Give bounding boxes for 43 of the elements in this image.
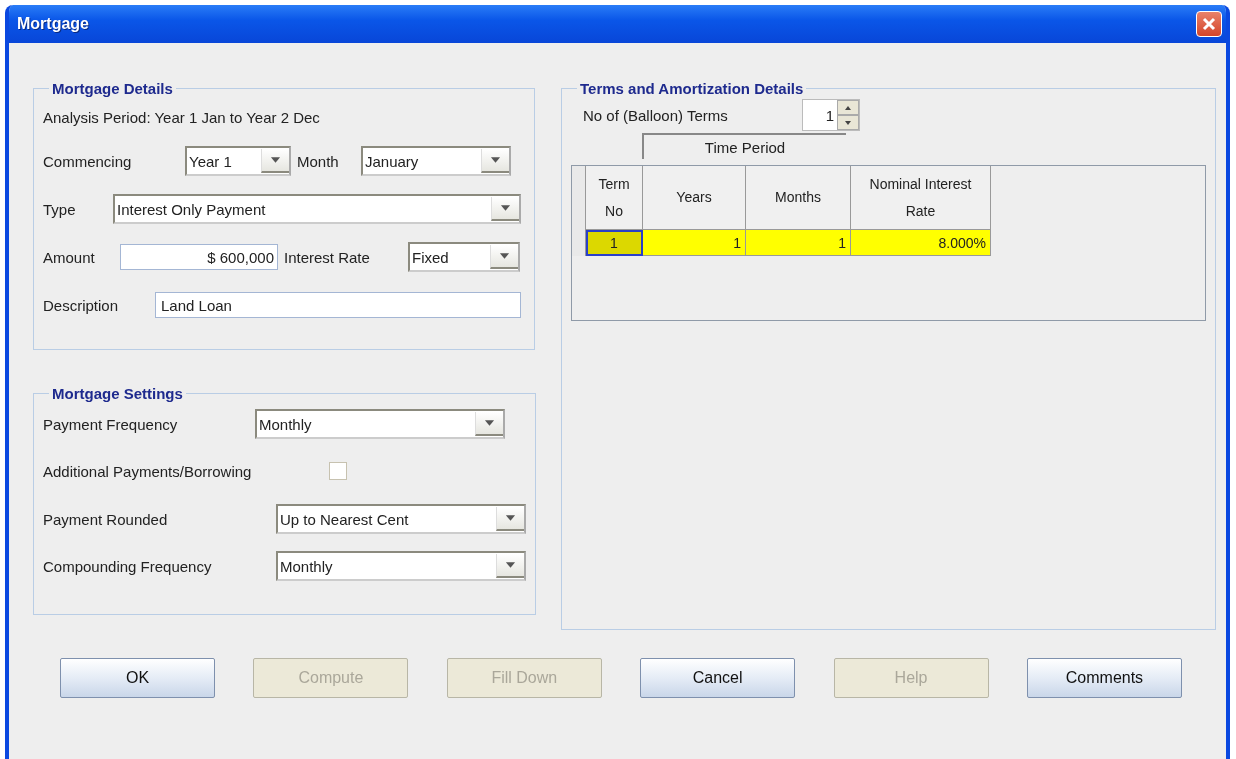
field-label: No of (Balloon) Terms xyxy=(583,106,729,124)
close-button[interactable] xyxy=(1196,11,1222,37)
field-label: Compounding Frequency xyxy=(43,557,213,575)
field-label: Interest Rate xyxy=(284,248,371,266)
group-title: Mortgage Details xyxy=(51,80,174,97)
interest-rate-dropdown[interactable]: Fixed xyxy=(408,242,520,272)
field-label: Type xyxy=(43,200,77,218)
field-label: Additional Payments/Borrowing xyxy=(43,462,253,480)
amount-field[interactable]: $ 600,000 xyxy=(120,244,278,270)
month-dropdown[interactable]: January xyxy=(361,146,511,176)
table-cell[interactable]: 1 xyxy=(586,230,643,256)
table-cell[interactable]: 1 xyxy=(746,230,851,256)
payment-frequency-dropdown[interactable]: Monthly xyxy=(255,409,505,439)
group-title: Terms and Amortization Details xyxy=(579,80,805,97)
payment-rounded-dropdown[interactable]: Up to Nearest Cent xyxy=(276,504,526,534)
type-dropdown[interactable]: Interest Only Payment xyxy=(113,194,521,224)
description-field[interactable]: Land Loan xyxy=(155,292,521,318)
field-label: Payment Frequency xyxy=(43,415,179,433)
dialog-button[interactable]: Comments xyxy=(1026,658,1182,698)
field-label: Payment Rounded xyxy=(43,510,169,528)
group-title: Mortgage Settings xyxy=(51,385,184,402)
field-label: Commencing xyxy=(43,152,133,170)
up-arrow-icon[interactable] xyxy=(845,105,851,110)
column-header: Nominal Interest Rate xyxy=(851,166,991,230)
checkbox[interactable] xyxy=(329,462,347,480)
column-header: Months xyxy=(746,166,851,230)
table-cell[interactable]: 1 xyxy=(643,230,746,256)
window-title: Mortgage xyxy=(17,15,89,33)
dialog-button[interactable]: OK xyxy=(60,658,215,698)
down-arrow-icon[interactable] xyxy=(845,120,851,125)
analysis-period-text: Analysis Period: Year 1 Jan to Year 2 Dec xyxy=(43,108,320,126)
column-header: Term No xyxy=(586,166,643,230)
dialog-button[interactable]: Cancel xyxy=(640,658,796,698)
close-icon xyxy=(1202,17,1216,31)
column-group-header: Time Period xyxy=(642,133,846,159)
compounding-frequency-dropdown[interactable]: Monthly xyxy=(276,551,526,581)
field-label: Month xyxy=(297,152,340,170)
column-header: Years xyxy=(643,166,746,230)
field-label: Amount xyxy=(43,248,96,266)
field-label: Description xyxy=(43,296,120,314)
table-cell[interactable]: 8.000% xyxy=(851,230,991,256)
terms-spinner[interactable]: 1 xyxy=(802,99,860,131)
commencing-dropdown[interactable]: Year 1 xyxy=(185,146,291,176)
